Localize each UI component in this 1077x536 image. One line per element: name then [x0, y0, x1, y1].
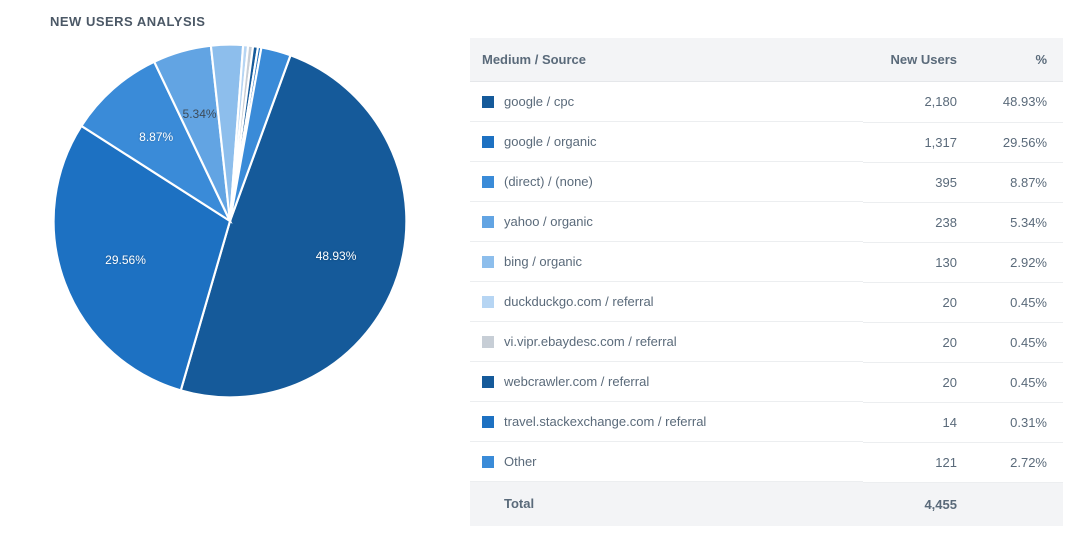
table-row[interactable]: google / cpc 2,18048.93%: [470, 82, 1063, 123]
row-source: (direct) / (none): [470, 162, 863, 202]
legend-swatch: [482, 216, 494, 228]
table-row[interactable]: google / organic 1,31729.56%: [470, 122, 1063, 162]
row-source-label: duckduckgo.com / referral: [504, 294, 654, 309]
row-percent: 2.72%: [973, 442, 1063, 482]
row-percent: 0.31%: [973, 402, 1063, 442]
table-row[interactable]: travel.stackexchange.com / referral 140.3…: [470, 402, 1063, 442]
row-users: 238: [863, 202, 973, 242]
pie-chart: 48.93% 29.56% 8.87% 5.34%: [50, 41, 410, 401]
row-users: 395: [863, 162, 973, 202]
row-source: yahoo / organic: [470, 202, 863, 242]
legend-swatch: [482, 256, 494, 268]
total-label: Total: [470, 482, 863, 526]
row-source: google / cpc: [470, 82, 863, 122]
row-source: webcrawler.com / referral: [470, 362, 863, 402]
col-percent[interactable]: %: [973, 38, 1063, 82]
row-percent: 29.56%: [973, 122, 1063, 162]
row-percent: 0.45%: [973, 322, 1063, 362]
legend-swatch: [482, 136, 494, 148]
col-new-users[interactable]: New Users: [863, 38, 973, 82]
pie-slice-label: 48.93%: [316, 249, 357, 263]
row-source: vi.vipr.ebaydesc.com / referral: [470, 322, 863, 362]
row-users: 20: [863, 362, 973, 402]
analysis-table: Medium / Source New Users % google / cpc…: [470, 38, 1063, 526]
row-source-label: google / cpc: [504, 94, 574, 109]
legend-swatch: [482, 96, 494, 108]
row-source-label: bing / organic: [504, 254, 582, 269]
col-source[interactable]: Medium / Source: [470, 38, 863, 82]
table-row[interactable]: vi.vipr.ebaydesc.com / referral 200.45%: [470, 322, 1063, 362]
table-row[interactable]: webcrawler.com / referral 200.45%: [470, 362, 1063, 402]
row-source-label: vi.vipr.ebaydesc.com / referral: [504, 334, 677, 349]
row-source-label: google / organic: [504, 134, 597, 149]
legend-swatch: [482, 176, 494, 188]
table-row[interactable]: Other 1212.72%: [470, 442, 1063, 482]
table-row[interactable]: duckduckgo.com / referral 200.45%: [470, 282, 1063, 322]
row-users: 14: [863, 402, 973, 442]
row-source-label: webcrawler.com / referral: [504, 374, 649, 389]
pie-slice-label: 8.87%: [139, 130, 173, 144]
section-title: NEW USERS ANALYSIS: [50, 14, 470, 29]
row-percent: 5.34%: [973, 202, 1063, 242]
legend-swatch: [482, 416, 494, 428]
row-users: 1,317: [863, 122, 973, 162]
row-source-label: (direct) / (none): [504, 174, 593, 189]
row-users: 2,180: [863, 82, 973, 123]
table-row[interactable]: (direct) / (none) 3958.87%: [470, 162, 1063, 202]
row-source: travel.stackexchange.com / referral: [470, 402, 863, 442]
row-source: duckduckgo.com / referral: [470, 282, 863, 322]
row-users: 130: [863, 242, 973, 282]
total-users: 4,455: [863, 482, 973, 526]
legend-swatch: [482, 336, 494, 348]
row-percent: 2.92%: [973, 242, 1063, 282]
row-source: google / organic: [470, 122, 863, 162]
row-source-label: yahoo / organic: [504, 214, 593, 229]
legend-swatch: [482, 456, 494, 468]
row-source: Other: [470, 442, 863, 482]
table-row[interactable]: bing / organic 1302.92%: [470, 242, 1063, 282]
row-source-label: travel.stackexchange.com / referral: [504, 414, 706, 429]
row-source-label: Other: [504, 454, 537, 469]
row-percent: 0.45%: [973, 362, 1063, 402]
row-percent: 8.87%: [973, 162, 1063, 202]
total-pct: [973, 482, 1063, 526]
row-users: 121: [863, 442, 973, 482]
table-row[interactable]: yahoo / organic 2385.34%: [470, 202, 1063, 242]
legend-swatch: [482, 296, 494, 308]
row-percent: 48.93%: [973, 82, 1063, 123]
pie-slice-label: 29.56%: [105, 253, 146, 267]
row-percent: 0.45%: [973, 282, 1063, 322]
pie-slice-label: 5.34%: [183, 107, 217, 121]
legend-swatch: [482, 376, 494, 388]
row-source: bing / organic: [470, 242, 863, 282]
row-users: 20: [863, 322, 973, 362]
row-users: 20: [863, 282, 973, 322]
